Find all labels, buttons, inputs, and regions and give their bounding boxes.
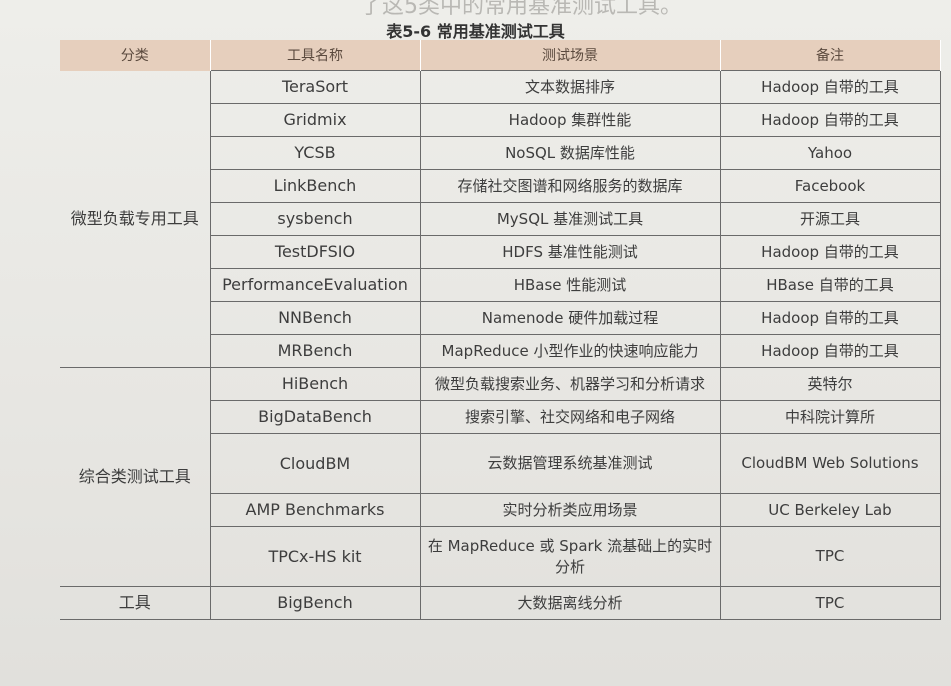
header-remarks: 备注: [720, 40, 941, 71]
remark: Yahoo: [719, 136, 941, 170]
tool-name: LinkBench: [209, 169, 421, 203]
test-scenario: 存储社交图谱和网络服务的数据库: [419, 169, 721, 203]
remark: 中科院计算所: [719, 400, 941, 434]
header-test-scenario: 测试场景: [420, 40, 721, 71]
tool-name: sysbench: [209, 202, 421, 236]
tool-name: BigDataBench: [209, 400, 421, 434]
test-scenario: MySQL 基准测试工具: [419, 202, 721, 236]
tool-name: PerformanceEvaluation: [209, 268, 421, 302]
test-scenario: NoSQL 数据库性能: [419, 136, 721, 170]
remark: Hadoop 自带的工具: [719, 334, 941, 368]
remark: 开源工具: [719, 202, 941, 236]
remark: UC Berkeley Lab: [719, 493, 941, 527]
tool-name: YCSB: [209, 136, 421, 170]
remark: TPC: [719, 586, 941, 620]
test-scenario: 文本数据排序: [419, 70, 721, 104]
table-row: 微型负载专用工具 TeraSort 文本数据排序 Hadoop 自带的工具: [60, 70, 941, 368]
tool-name: CloudBM: [209, 433, 421, 494]
table-row: 工具 BigBench 大数据离线分析 TPC: [60, 586, 941, 620]
tool-name: BigBench: [209, 586, 421, 620]
remark: Hadoop 自带的工具: [719, 103, 941, 137]
book-page: 了这5类中的常用基准测试工具。 表5-6 常用基准测试工具 分类 工具名称 测试…: [0, 0, 951, 686]
test-scenario: HBase 性能测试: [419, 268, 721, 302]
tool-name: HiBench: [209, 367, 421, 401]
benchmark-tools-table: 分类 工具名称 测试场景 备注 微型负载专用工具 TeraSort 文本数据排序…: [60, 40, 941, 620]
test-scenario: Namenode 硬件加载过程: [419, 301, 721, 335]
test-scenario: Hadoop 集群性能: [419, 103, 721, 137]
test-scenario: 实时分析类应用场景: [419, 493, 721, 527]
tool-name: AMP Benchmarks: [209, 493, 421, 527]
category-micro-load: 微型负载专用工具: [60, 70, 211, 368]
intro-text: 了这5类中的常用基准测试工具。: [360, 0, 682, 19]
tool-name: Gridmix: [209, 103, 421, 137]
remark: Hadoop 自带的工具: [719, 301, 941, 335]
header-category: 分类: [60, 40, 211, 71]
remark: CloudBM Web Solutions: [719, 433, 941, 494]
category-comprehensive: 综合类测试工具: [60, 367, 211, 587]
table-caption: 表5-6 常用基准测试工具: [386, 22, 565, 41]
test-scenario: 微型负载搜索业务、机器学习和分析请求: [419, 367, 721, 401]
tool-name: NNBench: [209, 301, 421, 335]
remark: HBase 自带的工具: [719, 268, 941, 302]
category-partial: 工具: [60, 586, 211, 620]
tool-name: TeraSort: [209, 70, 421, 104]
test-scenario: 在 MapReduce 或 Spark 流基础上的实时分析: [419, 526, 721, 587]
test-scenario: 搜索引擎、社交网络和电子网络: [419, 400, 721, 434]
test-scenario: 云数据管理系统基准测试: [419, 433, 721, 494]
table-row: 综合类测试工具 HiBench 微型负载搜索业务、机器学习和分析请求 英特尔: [60, 367, 941, 587]
remark: Hadoop 自带的工具: [719, 70, 941, 104]
tool-name: MRBench: [209, 334, 421, 368]
remark: Facebook: [719, 169, 941, 203]
test-scenario: HDFS 基准性能测试: [419, 235, 721, 269]
remark: Hadoop 自带的工具: [719, 235, 941, 269]
test-scenario: 大数据离线分析: [419, 586, 721, 620]
header-tool-name: 工具名称: [210, 40, 421, 71]
tool-name: TPCx-HS kit: [209, 526, 421, 587]
table-header-row: 分类 工具名称 测试场景 备注: [60, 40, 941, 71]
test-scenario: MapReduce 小型作业的快速响应能力: [419, 334, 721, 368]
remark: TPC: [719, 526, 941, 587]
tool-name: TestDFSIO: [209, 235, 421, 269]
remark: 英特尔: [719, 367, 941, 401]
